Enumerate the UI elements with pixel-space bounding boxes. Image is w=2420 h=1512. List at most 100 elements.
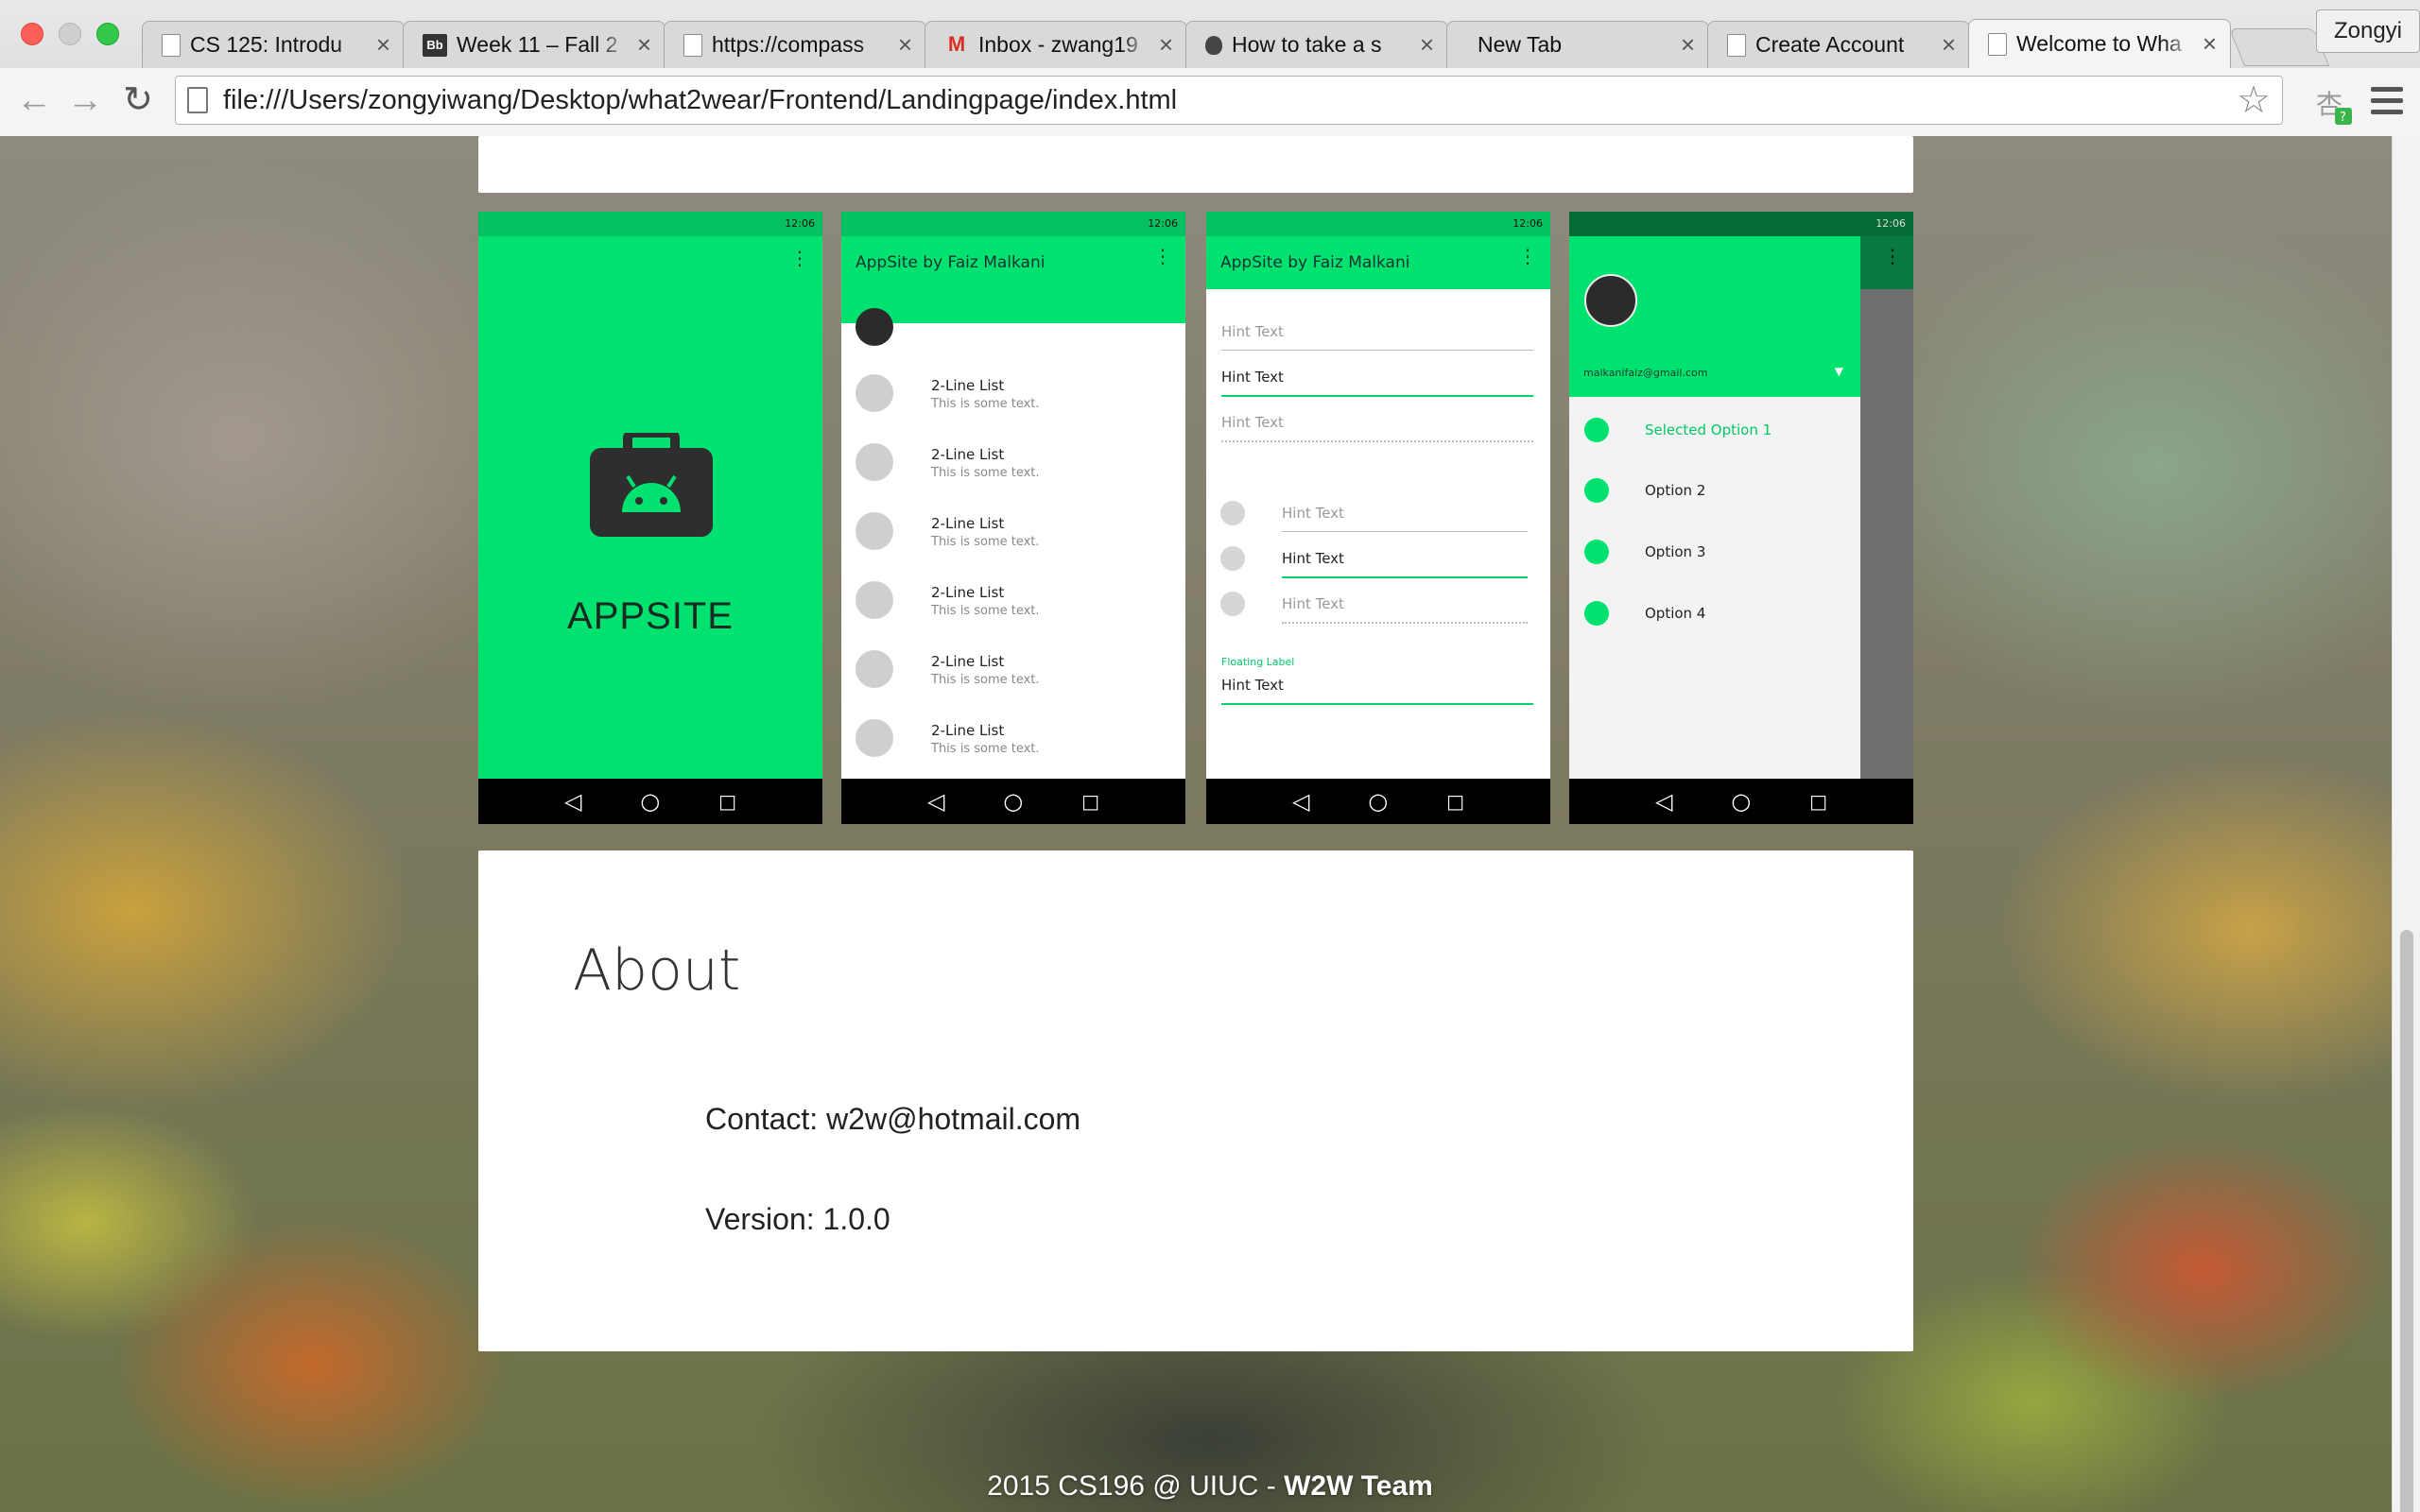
radio-icon: [1220, 592, 1245, 616]
app-bar-title: AppSite by Faiz Malkani: [856, 253, 1046, 272]
drawer-email: malkanifaiz@gmail.com: [1583, 367, 1708, 379]
zoom-window-button[interactable]: [96, 23, 119, 45]
app-bar: AppSite by Faiz Malkani ⋮: [1206, 236, 1550, 289]
page-viewport: 12:06 ⋮ APPSITE ◁ ○ □ 12:06 AppSite by F…: [0, 136, 2420, 1512]
status-time: 12:06: [785, 217, 815, 230]
profile-button[interactable]: Zongyi: [2316, 9, 2420, 53]
nav-back-icon: ◁: [926, 788, 945, 815]
status-bar: 12:06: [478, 212, 822, 236]
close-tab-icon[interactable]: ×: [637, 30, 651, 60]
back-arrow-icon[interactable]: ←: [13, 79, 55, 121]
page-icon: [1988, 32, 2007, 56]
android-briefcase-icon: [590, 433, 713, 537]
close-tab-icon[interactable]: ×: [1420, 30, 1434, 60]
list-item: 2-Line List This is some text.: [856, 650, 1167, 707]
list-primary: 2-Line List: [931, 446, 1005, 463]
close-window-button[interactable]: [21, 23, 43, 45]
drawer-option: Selected Option 1: [1584, 418, 1849, 446]
vertical-scrollbar[interactable]: [2392, 136, 2420, 1512]
tab-week11[interactable]: Bb Week 11 – Fall 2 ×: [403, 21, 666, 68]
scrollbar-thumb[interactable]: [2400, 930, 2413, 1512]
tab-create-account[interactable]: Create Account ×: [1707, 21, 1970, 68]
status-bar: 12:06: [1206, 212, 1550, 236]
radio-icon: [1220, 501, 1245, 525]
option-label: Option 2: [1645, 482, 1706, 499]
minimize-window-button[interactable]: [59, 23, 81, 45]
page-icon: [162, 33, 181, 57]
top-content-card: [478, 136, 1913, 193]
overflow-menu-icon: ⋮: [1883, 245, 1902, 267]
option-icon: [1584, 601, 1609, 626]
list-primary: 2-Line List: [931, 377, 1005, 394]
apple-icon: [1205, 35, 1222, 55]
close-tab-icon[interactable]: ×: [1942, 30, 1956, 60]
footer-text: 2015 CS196 @ UIUC -: [987, 1470, 1285, 1502]
drawer-option: Option 3: [1584, 540, 1849, 568]
tab-strip: CS 125: Introdu × Bb Week 11 – Fall 2 × …: [142, 17, 2330, 68]
list-primary: 2-Line List: [931, 722, 1005, 739]
app-bar-title: AppSite by Faiz Malkani: [1220, 253, 1410, 272]
list-avatar: [856, 443, 893, 481]
navigation-drawer: malkanifaiz@gmail.com ▼ Selected Option …: [1569, 236, 1860, 779]
new-tab-button[interactable]: [2228, 28, 2330, 66]
tab-title: New Tab: [1478, 32, 1563, 57]
tab-cs125[interactable]: CS 125: Introdu ×: [142, 21, 405, 68]
android-nav-bar: ◁ ○ □: [1206, 779, 1550, 824]
tab-howto[interactable]: How to take a s ×: [1185, 21, 1448, 68]
list-item: 2-Line List This is some text.: [856, 719, 1167, 776]
nav-recents-icon: □: [1081, 790, 1100, 813]
bookmark-star-icon[interactable]: ☆: [2237, 78, 2271, 122]
text-field: Hint Text: [1221, 323, 1533, 351]
list-secondary: This is some text.: [931, 466, 1040, 480]
close-tab-icon[interactable]: ×: [1159, 30, 1173, 60]
close-tab-icon[interactable]: ×: [898, 30, 912, 60]
avatar: [856, 308, 893, 346]
list-primary: 2-Line List: [931, 515, 1005, 532]
option-icon: [1584, 540, 1609, 564]
reload-icon[interactable]: ↻: [117, 79, 159, 121]
tab-title: CS 125: Introdu: [190, 32, 343, 57]
tab-inbox[interactable]: M Inbox - zwang19 ×: [925, 21, 1187, 68]
forward-arrow-icon[interactable]: →: [64, 79, 106, 121]
list-secondary: This is some text.: [931, 742, 1040, 756]
list-avatar: [856, 581, 893, 619]
tab-title: How to take a s: [1232, 32, 1382, 57]
text-field-disabled: Hint Text: [1221, 414, 1533, 442]
status-time: 12:06: [1512, 217, 1543, 230]
close-tab-icon[interactable]: ×: [376, 30, 390, 60]
list-avatar: [856, 719, 893, 757]
nav-home-icon: ○: [1731, 788, 1752, 815]
extension-icon[interactable]: 杏 ?: [2314, 85, 2356, 127]
nav-home-icon: ○: [1368, 788, 1389, 815]
tab-title: Welcome to Wha: [2016, 31, 2182, 56]
tab-newtab[interactable]: New Tab ×: [1446, 21, 1709, 68]
nav-recents-icon: □: [1809, 790, 1828, 813]
list-primary: 2-Line List: [931, 584, 1005, 601]
screenshot-list: 12:06 AppSite by Faiz Malkani ⋮ 2-Line L…: [841, 212, 1185, 824]
dropdown-caret-icon: ▼: [1834, 365, 1843, 378]
list-secondary: This is some text.: [931, 535, 1040, 549]
chrome-menu-icon[interactable]: [2371, 87, 2403, 121]
android-nav-bar: ◁ ○ □: [841, 779, 1185, 824]
url-text[interactable]: file:///Users/zongyiwang/Desktop/what2we…: [223, 85, 2237, 116]
list-item: 2-Line List This is some text.: [856, 512, 1167, 569]
status-bar: 12:06: [1569, 212, 1913, 236]
list-secondary: This is some text.: [931, 673, 1040, 687]
close-tab-icon[interactable]: ×: [1681, 30, 1695, 60]
list-header: [841, 289, 1185, 346]
nav-back-icon: ◁: [1654, 788, 1673, 815]
tab-compass[interactable]: https://compass ×: [664, 21, 926, 68]
radio-icon: [1220, 546, 1245, 571]
svg-text:?: ?: [2340, 111, 2346, 125]
address-bar[interactable]: file:///Users/zongyiwang/Desktop/what2we…: [175, 76, 2283, 125]
tab-welcome[interactable]: Welcome to Wha ×: [1968, 19, 2231, 68]
option-label: Option 3: [1645, 543, 1706, 560]
nav-back-icon: ◁: [563, 788, 582, 815]
page-icon: [187, 87, 208, 113]
nav-recents-icon: □: [1446, 790, 1465, 813]
blackboard-icon: Bb: [423, 33, 447, 57]
status-time: 12:06: [1148, 217, 1178, 230]
close-tab-icon[interactable]: ×: [2203, 29, 2217, 59]
list-item: 2-Line List This is some text.: [856, 581, 1167, 638]
nav-back-icon: ◁: [1291, 788, 1310, 815]
